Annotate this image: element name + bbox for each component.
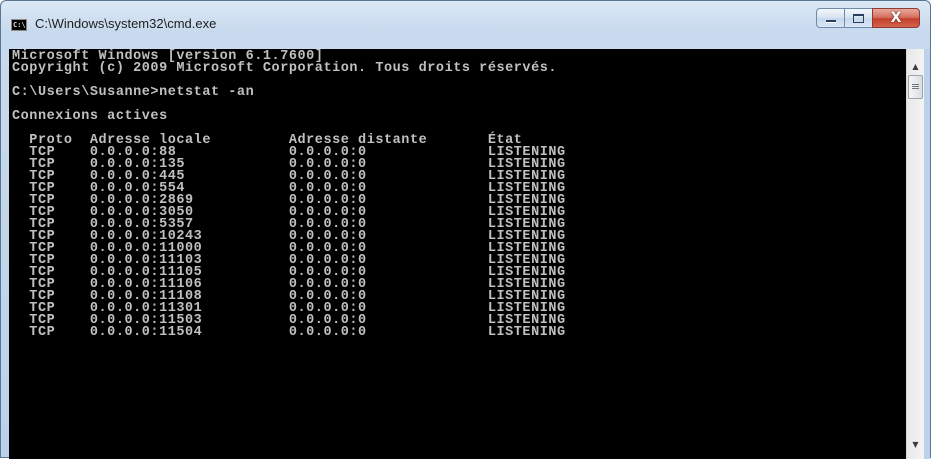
thumb-grip-line <box>912 84 919 85</box>
console-line: C:\Users\Susanne>netstat -an <box>12 85 255 100</box>
window-frame-right <box>924 49 930 459</box>
maximize-icon <box>853 13 864 23</box>
maximize-button[interactable] <box>844 8 872 28</box>
console-window: C:\ C:\Windows\system32\cmd.exe X Micros… <box>0 0 931 459</box>
scroll-down-arrow-icon: ▼ <box>912 440 919 449</box>
minimize-button[interactable] <box>816 8 844 28</box>
console-line: TCP 0.0.0.0:11504 0.0.0.0:0 LISTENING <box>12 325 566 340</box>
close-icon: X <box>890 10 902 26</box>
scroll-down-button[interactable]: ▼ <box>907 436 924 453</box>
minimize-icon <box>825 20 836 23</box>
close-button[interactable]: X <box>872 8 920 28</box>
window-title: C:\Windows\system32\cmd.exe <box>35 16 217 31</box>
scroll-up-button[interactable]: ▲ <box>907 58 924 75</box>
thumb-grip-line <box>912 88 919 89</box>
scroll-thumb[interactable] <box>908 75 923 99</box>
console-line: Copyright (c) 2009 Microsoft Corporation… <box>12 61 558 76</box>
console-line: Connexions actives <box>12 109 168 124</box>
console-output-area[interactable]: Microsoft Windows [version 6.1.7600] Cop… <box>9 49 906 459</box>
console-text: Microsoft Windows [version 6.1.7600] Cop… <box>12 50 566 340</box>
vertical-scrollbar[interactable]: ▲ ▼ <box>906 49 924 459</box>
thumb-grip-line <box>912 86 919 87</box>
title-bar[interactable]: C:\ C:\Windows\system32\cmd.exe X <box>1 1 930 49</box>
console-icon[interactable]: C:\ <box>11 19 27 31</box>
scroll-up-arrow-icon: ▲ <box>912 62 919 71</box>
caption-buttons: X <box>816 8 920 28</box>
